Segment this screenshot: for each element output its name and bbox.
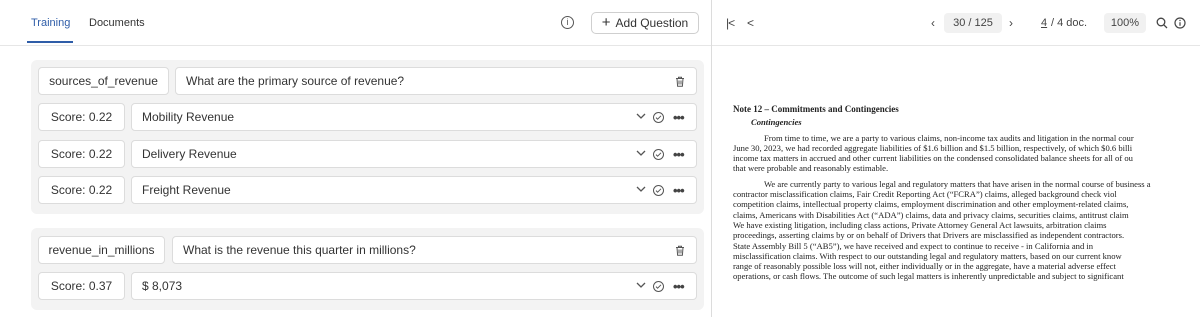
more-icon[interactable]: ••• xyxy=(673,148,685,161)
more-icon[interactable]: ••• xyxy=(673,111,685,124)
chevron-down-icon[interactable] xyxy=(636,150,646,157)
paragraph: We are currently party to various legal … xyxy=(733,179,1200,282)
answer-field[interactable]: $ 8,073 xyxy=(131,272,697,300)
trash-icon[interactable] xyxy=(675,76,685,87)
question-card: sources_of_revenue What are the primary … xyxy=(31,60,704,214)
score-badge: Score: 0.22 xyxy=(38,140,125,168)
page-next-icon[interactable]: › xyxy=(1009,16,1013,30)
score-badge: Score: 0.22 xyxy=(38,176,125,204)
more-icon[interactable]: ••• xyxy=(673,280,685,293)
doc-total: / 4 doc. xyxy=(1051,17,1088,29)
check-circle-icon[interactable] xyxy=(653,112,664,123)
page-prev-icon[interactable]: ‹ xyxy=(931,16,935,30)
text-line: income tax matters in accrued and other … xyxy=(733,153,1133,164)
chevron-down-icon[interactable] xyxy=(636,113,646,120)
chevron-down-icon[interactable] xyxy=(636,282,646,289)
check-circle-icon[interactable] xyxy=(653,185,664,196)
text-line: misclassification claims. With respect t… xyxy=(733,250,1122,261)
check-circle-icon[interactable] xyxy=(653,149,664,160)
answer-field[interactable]: Delivery Revenue xyxy=(131,140,697,168)
info-icon[interactable] xyxy=(1174,17,1186,29)
tab-documents[interactable]: Documents xyxy=(89,17,145,29)
question-text-field[interactable]: What are the primary source of revenue? xyxy=(175,67,697,95)
panel-header: Training Documents i + Add Question xyxy=(0,0,711,46)
score-badge: Score: 0.37 xyxy=(38,272,125,300)
info-icon[interactable]: i xyxy=(561,16,574,29)
document-page: Note 12 – Commitments and Contingencies … xyxy=(733,104,1200,282)
page-indicator[interactable]: 30 / 125 xyxy=(944,13,1002,33)
text-line: We have existing litigation, including c… xyxy=(733,219,1107,230)
text-line: June 30, 2023, we had recorded aggregate… xyxy=(733,142,1133,153)
text-line: competition claims, intellectual propert… xyxy=(733,199,1129,210)
active-tab-indicator xyxy=(27,41,73,43)
text-line: State Assembly Bill 5 (“AB5”), we have r… xyxy=(733,240,1094,251)
add-question-button[interactable]: + Add Question xyxy=(591,12,699,34)
score-badge: Score: 0.22 xyxy=(38,103,125,131)
tab-training[interactable]: Training xyxy=(31,17,70,29)
prev-icon[interactable]: < xyxy=(747,16,754,30)
text-line: We are currently party to various legal … xyxy=(764,178,1151,189)
question-key-field[interactable]: revenue_in_millions xyxy=(38,236,165,264)
paragraph: From time to time, we are a party to var… xyxy=(733,133,1200,174)
zoom-level[interactable]: 100% xyxy=(1104,13,1146,33)
text-line: proceedings, asserting claims by or on b… xyxy=(733,230,1125,241)
text-line: From time to time, we are a party to var… xyxy=(764,132,1134,143)
answer-field[interactable]: Freight Revenue xyxy=(131,176,697,204)
viewer-toolbar: |< < ‹ 30 / 125 › 4 / 4 doc. 100% xyxy=(712,0,1200,46)
question-key-field[interactable]: sources_of_revenue xyxy=(38,67,169,95)
text-line: claims, Americans with Disabilities Act … xyxy=(733,209,1129,220)
document-viewer: |< < ‹ 30 / 125 › 4 / 4 doc. 100% Note 1… xyxy=(712,0,1200,317)
answer-field[interactable]: Mobility Revenue xyxy=(131,103,697,131)
section-subheading: Contingencies xyxy=(751,117,802,128)
note-heading: Note 12 – Commitments and Contingencies xyxy=(733,104,899,114)
first-page-icon[interactable]: |< xyxy=(726,16,735,30)
text-line: range of reasonably possible loss will n… xyxy=(733,261,1116,272)
question-card: revenue_in_millions What is the revenue … xyxy=(31,228,704,310)
trash-icon[interactable] xyxy=(675,245,685,256)
text-line: contractor misclassification claims, Fai… xyxy=(733,189,1117,200)
add-question-label: Add Question xyxy=(615,16,689,30)
plus-icon: + xyxy=(601,14,611,31)
more-icon[interactable]: ••• xyxy=(673,184,685,197)
doc-current[interactable]: 4 xyxy=(1041,17,1047,29)
training-panel: Training Documents i + Add Question sour… xyxy=(0,0,711,317)
text-line: operations, or cash flows. The outcome o… xyxy=(733,271,1124,282)
text-line: that were probable and reasonably estima… xyxy=(733,163,889,174)
chevron-down-icon[interactable] xyxy=(636,186,646,193)
app-root: Training Documents i + Add Question sour… xyxy=(0,0,1200,317)
question-text-field[interactable]: What is the revenue this quarter in mill… xyxy=(172,236,697,264)
search-icon[interactable] xyxy=(1156,17,1168,29)
check-circle-icon[interactable] xyxy=(653,281,664,292)
